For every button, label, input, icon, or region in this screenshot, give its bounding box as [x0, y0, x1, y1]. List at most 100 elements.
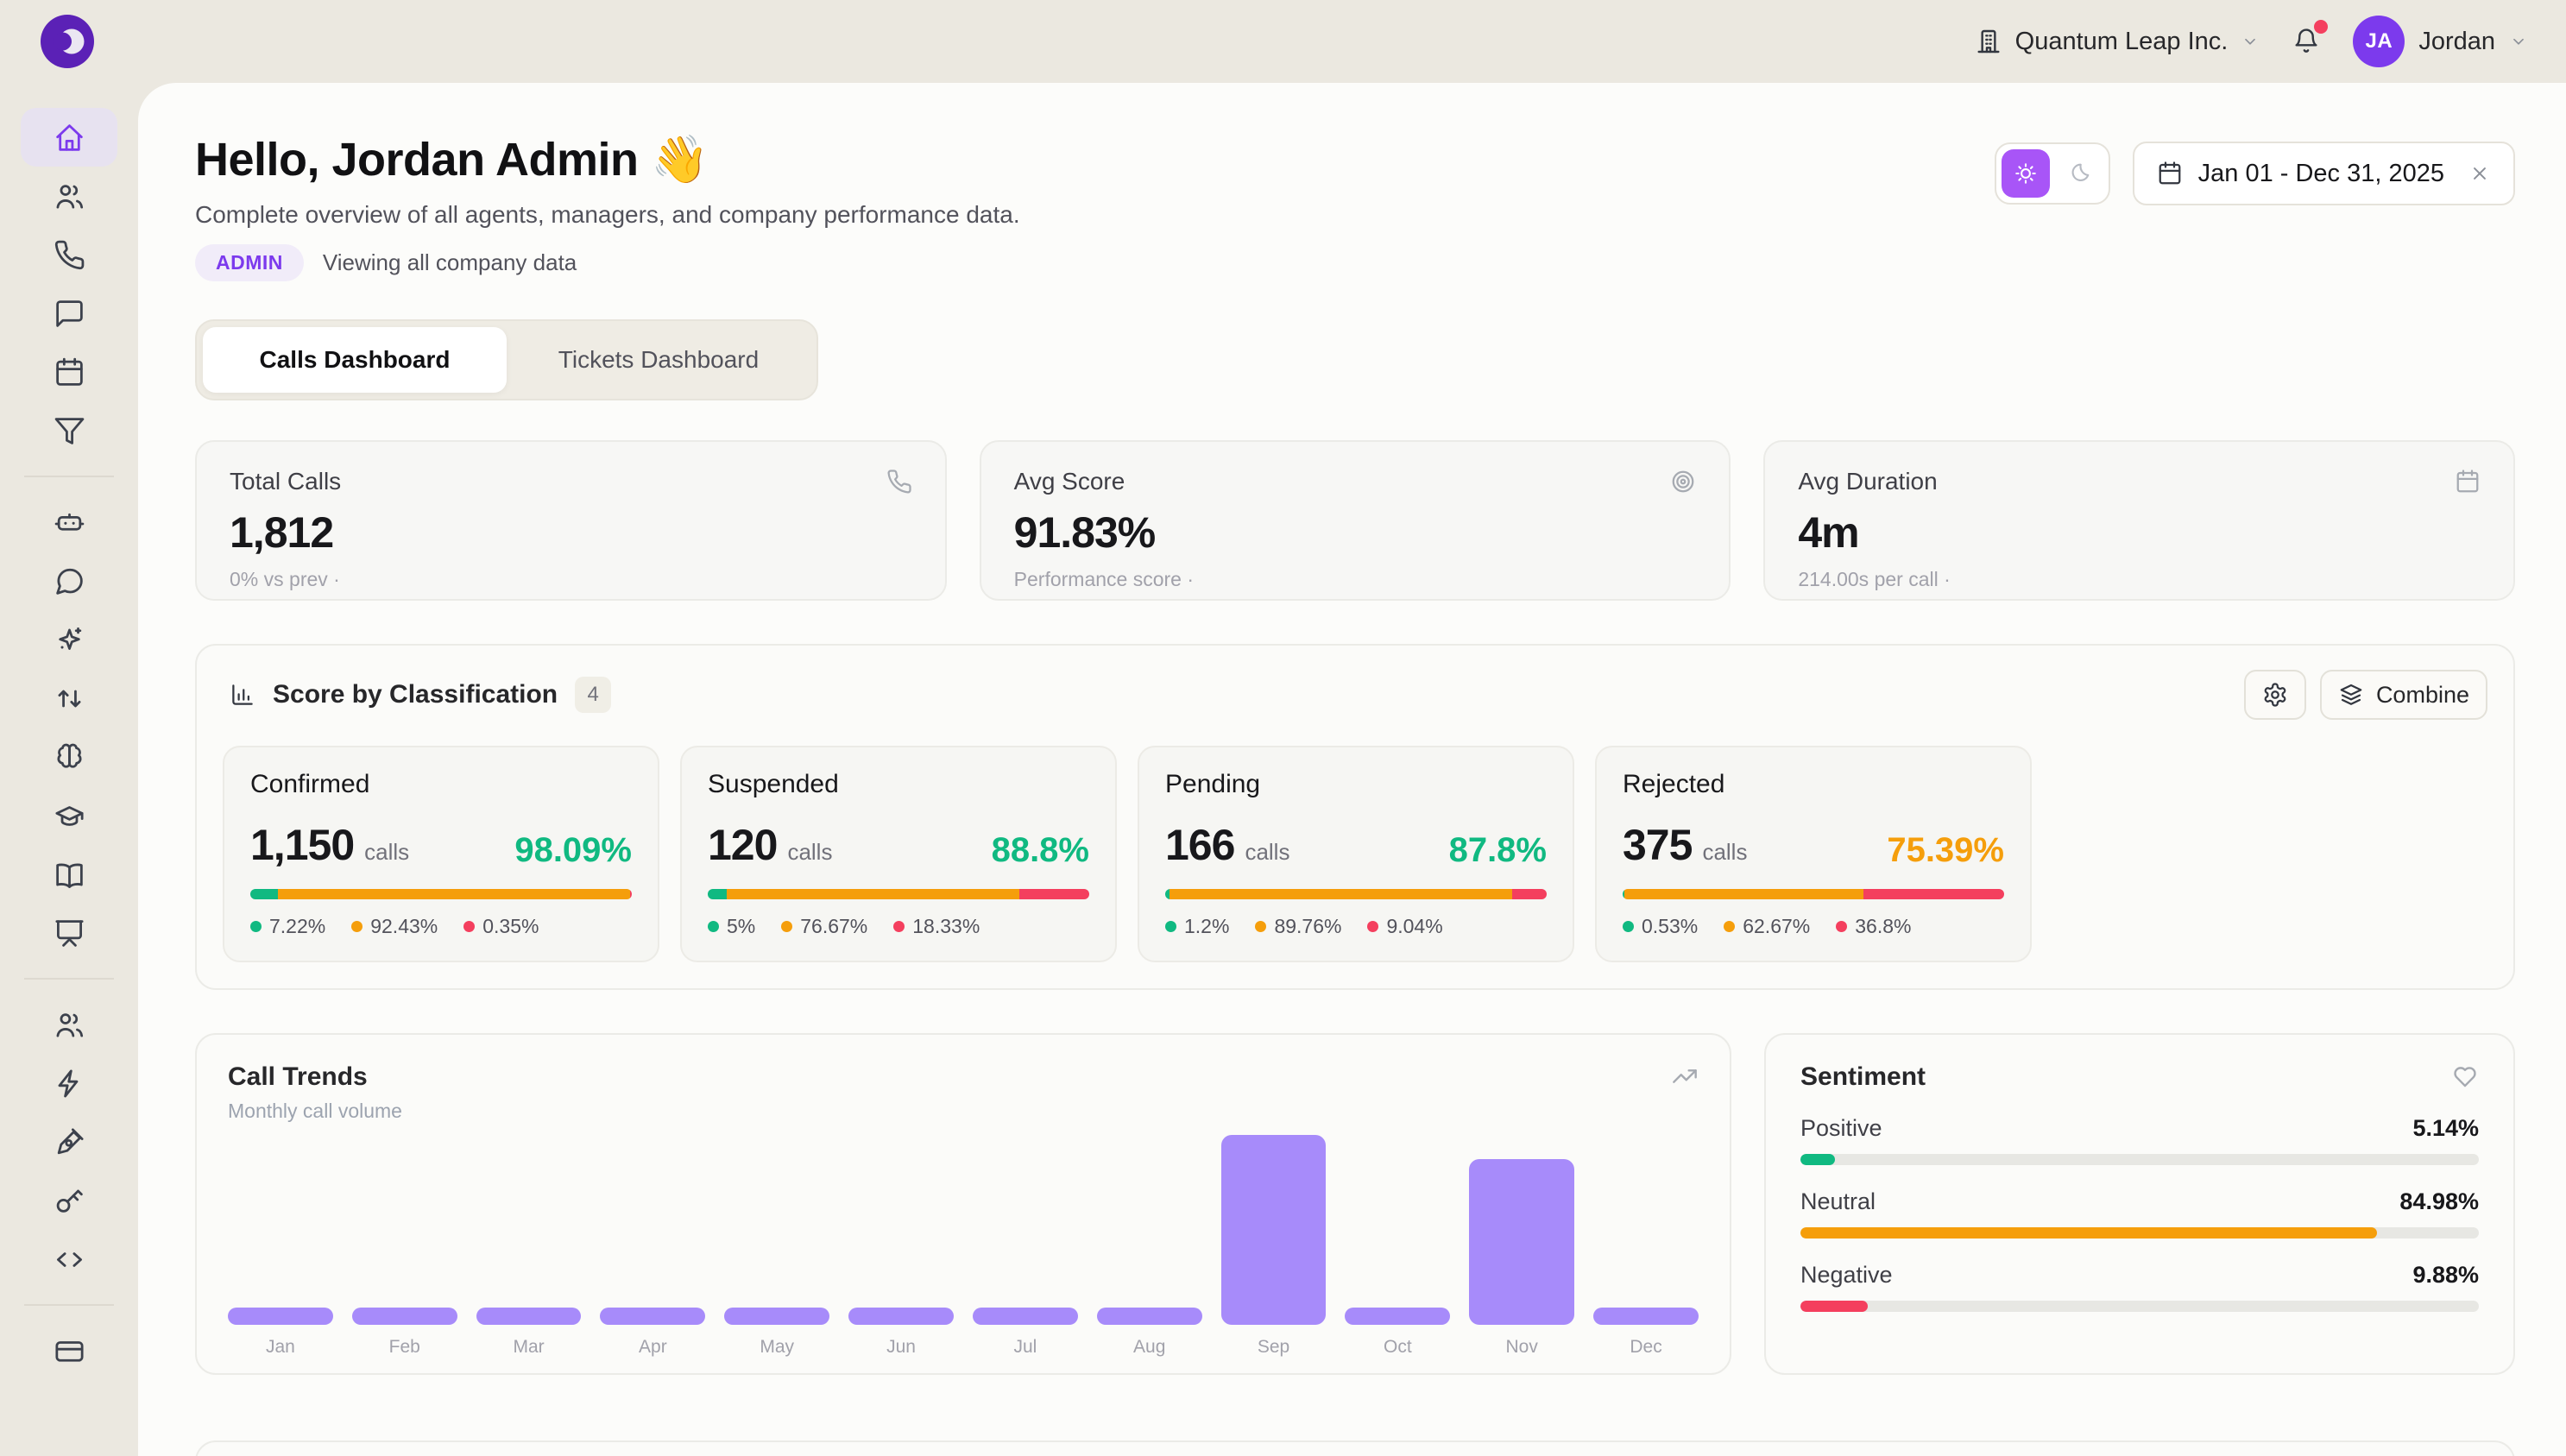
axis-label-may: May [724, 1337, 829, 1358]
sidebar-item-transfers[interactable] [21, 669, 117, 728]
sentiment-label: Neutral [1800, 1188, 1876, 1215]
sidebar-item-teams[interactable] [21, 995, 117, 1054]
sidebar-item-presentations[interactable] [21, 904, 117, 962]
sentiment-value: 9.88% [2412, 1262, 2479, 1289]
presentation-icon [54, 917, 85, 949]
legend-item: 9.04% [1367, 915, 1442, 938]
sidebar-item-training[interactable] [21, 786, 117, 845]
sentiment-card: Sentiment Positive5.14% Neutral84.98% Ne… [1764, 1033, 2515, 1375]
sidebar-item-billing[interactable] [21, 1321, 117, 1380]
bar-sep[interactable] [1221, 1135, 1327, 1325]
notifications-button[interactable] [2292, 27, 2320, 57]
classification-card-suspended[interactable]: Suspended 120calls 88.8% 5%76.67%18.33% [680, 746, 1117, 962]
performance-breakdown-card: Performance Breakdown Total Calls Active… [195, 1440, 2515, 1456]
bar-aug[interactable] [1097, 1308, 1202, 1325]
theme-toggle[interactable] [1995, 142, 2110, 205]
calendar-icon [2455, 469, 2481, 495]
sentiment-row-negative: Negative 9.88% [1800, 1262, 2479, 1312]
bar-jul[interactable] [973, 1308, 1078, 1325]
bar-jan[interactable] [228, 1308, 333, 1325]
sidebar-item-home[interactable] [21, 108, 117, 167]
sidebar-item-intelligence[interactable] [21, 728, 117, 786]
avatar: JA [2353, 16, 2405, 67]
classification-settings-button[interactable] [2244, 670, 2306, 720]
tab-calls-dashboard[interactable]: Calls Dashboard [203, 327, 507, 393]
combine-button[interactable]: Combine [2320, 670, 2487, 720]
call-trends-axis: JanFebMarAprMayJunJulAugSepOctNovDec [228, 1337, 1699, 1358]
bar-may[interactable] [724, 1308, 829, 1325]
classification-calls: 375calls [1623, 820, 1747, 870]
axis-label-jun: Jun [848, 1337, 954, 1358]
bar-mar[interactable] [476, 1308, 582, 1325]
classification-name: Suspended [708, 770, 1089, 799]
classification-card-pending[interactable]: Pending 166calls 87.8% 1.2%89.76%9.04% [1138, 746, 1574, 962]
bar-feb[interactable] [352, 1308, 457, 1325]
classification-legend: 0.53%62.67%36.8% [1623, 915, 2004, 938]
classification-card-rejected[interactable]: Rejected 375calls 75.39% 0.53%62.67%36.8… [1595, 746, 2032, 962]
page-subtitle: Complete overview of all agents, manager… [195, 201, 1020, 229]
stat-subtext: Performance score · [1014, 568, 1697, 591]
stat-label: Avg Duration [1798, 468, 1937, 495]
axis-label-jul: Jul [973, 1337, 1078, 1358]
dark-mode-button[interactable] [2055, 149, 2103, 198]
bar-apr[interactable] [600, 1308, 705, 1325]
classification-score: 87.8% [1449, 831, 1547, 870]
sidebar-item-bot[interactable] [21, 493, 117, 552]
legend-item: 92.43% [351, 915, 438, 938]
chevron-down-icon [2509, 32, 2528, 51]
classification-name: Pending [1165, 770, 1547, 799]
sidebar-item-filters[interactable] [21, 401, 117, 460]
bar-dec[interactable] [1593, 1308, 1699, 1325]
classification-score: 75.39% [1887, 831, 2004, 870]
bar-nov[interactable] [1469, 1159, 1574, 1325]
classification-cards: Confirmed 1,150calls 98.09% 7.22%92.43%0… [223, 746, 2487, 962]
stats-row: Total Calls 1,812 0% vs prev · Avg Score… [195, 440, 2515, 601]
sentiment-bar [1800, 1227, 2479, 1239]
sidebar-item-automations[interactable] [21, 1054, 117, 1112]
sentiment-bar-fill [1800, 1154, 1835, 1165]
sidebar-item-calls[interactable] [21, 225, 117, 284]
tab-tickets-dashboard[interactable]: Tickets Dashboard [507, 327, 810, 393]
heart-icon [2451, 1062, 2479, 1090]
phone-icon [886, 469, 912, 495]
axis-label-nov: Nov [1469, 1337, 1574, 1358]
sidebar-item-access[interactable] [21, 1171, 117, 1230]
sidebar-item-calendar[interactable] [21, 343, 117, 401]
users-icon [54, 180, 85, 212]
sidebar-item-chat[interactable] [21, 552, 117, 610]
user-menu[interactable]: JA Jordan [2353, 16, 2528, 67]
sidebar-item-ai[interactable] [21, 610, 117, 669]
chart-column-icon [230, 682, 255, 708]
axis-label-jan: Jan [228, 1337, 333, 1358]
stat-value: 4m [1798, 507, 2481, 558]
arrow-up-down-icon [54, 683, 85, 715]
sentiment-label: Negative [1800, 1262, 1893, 1289]
bar-oct[interactable] [1345, 1308, 1450, 1325]
stat-value: 1,812 [230, 507, 912, 558]
sidebar-item-messages[interactable] [21, 284, 117, 343]
company-selector[interactable]: Quantum Leap Inc. [1975, 28, 2260, 56]
sidebar-divider [24, 476, 114, 477]
bar-jun[interactable] [848, 1308, 954, 1325]
date-range-picker[interactable]: Jan 01 - Dec 31, 2025 [2133, 142, 2515, 205]
classification-calls: 1,150calls [250, 820, 409, 870]
sidebar-item-developer[interactable] [21, 1230, 117, 1289]
light-mode-button[interactable] [2002, 149, 2050, 198]
stat-card-total-calls: Total Calls 1,812 0% vs prev · [195, 440, 947, 601]
legend-item: 36.8% [1836, 915, 1911, 938]
app-logo[interactable] [41, 15, 94, 68]
legend-item: 1.2% [1165, 915, 1229, 938]
axis-label-oct: Oct [1345, 1337, 1450, 1358]
badge-row: ADMIN Viewing all company data [195, 244, 1020, 281]
calendar-icon [2157, 161, 2183, 186]
legend-item: 76.67% [781, 915, 867, 938]
classification-card-confirmed[interactable]: Confirmed 1,150calls 98.09% 7.22%92.43%0… [223, 746, 659, 962]
users-icon [54, 1009, 85, 1041]
sidebar-item-users[interactable] [21, 167, 117, 225]
credit-card-icon [54, 1335, 85, 1367]
call-trends-header: Call Trends Monthly call volume [228, 1062, 402, 1123]
clear-date-icon[interactable] [2468, 162, 2491, 185]
sidebar-item-library[interactable] [21, 845, 117, 904]
sidebar-item-design[interactable] [21, 1112, 117, 1171]
classification-progress-bar [708, 889, 1089, 899]
